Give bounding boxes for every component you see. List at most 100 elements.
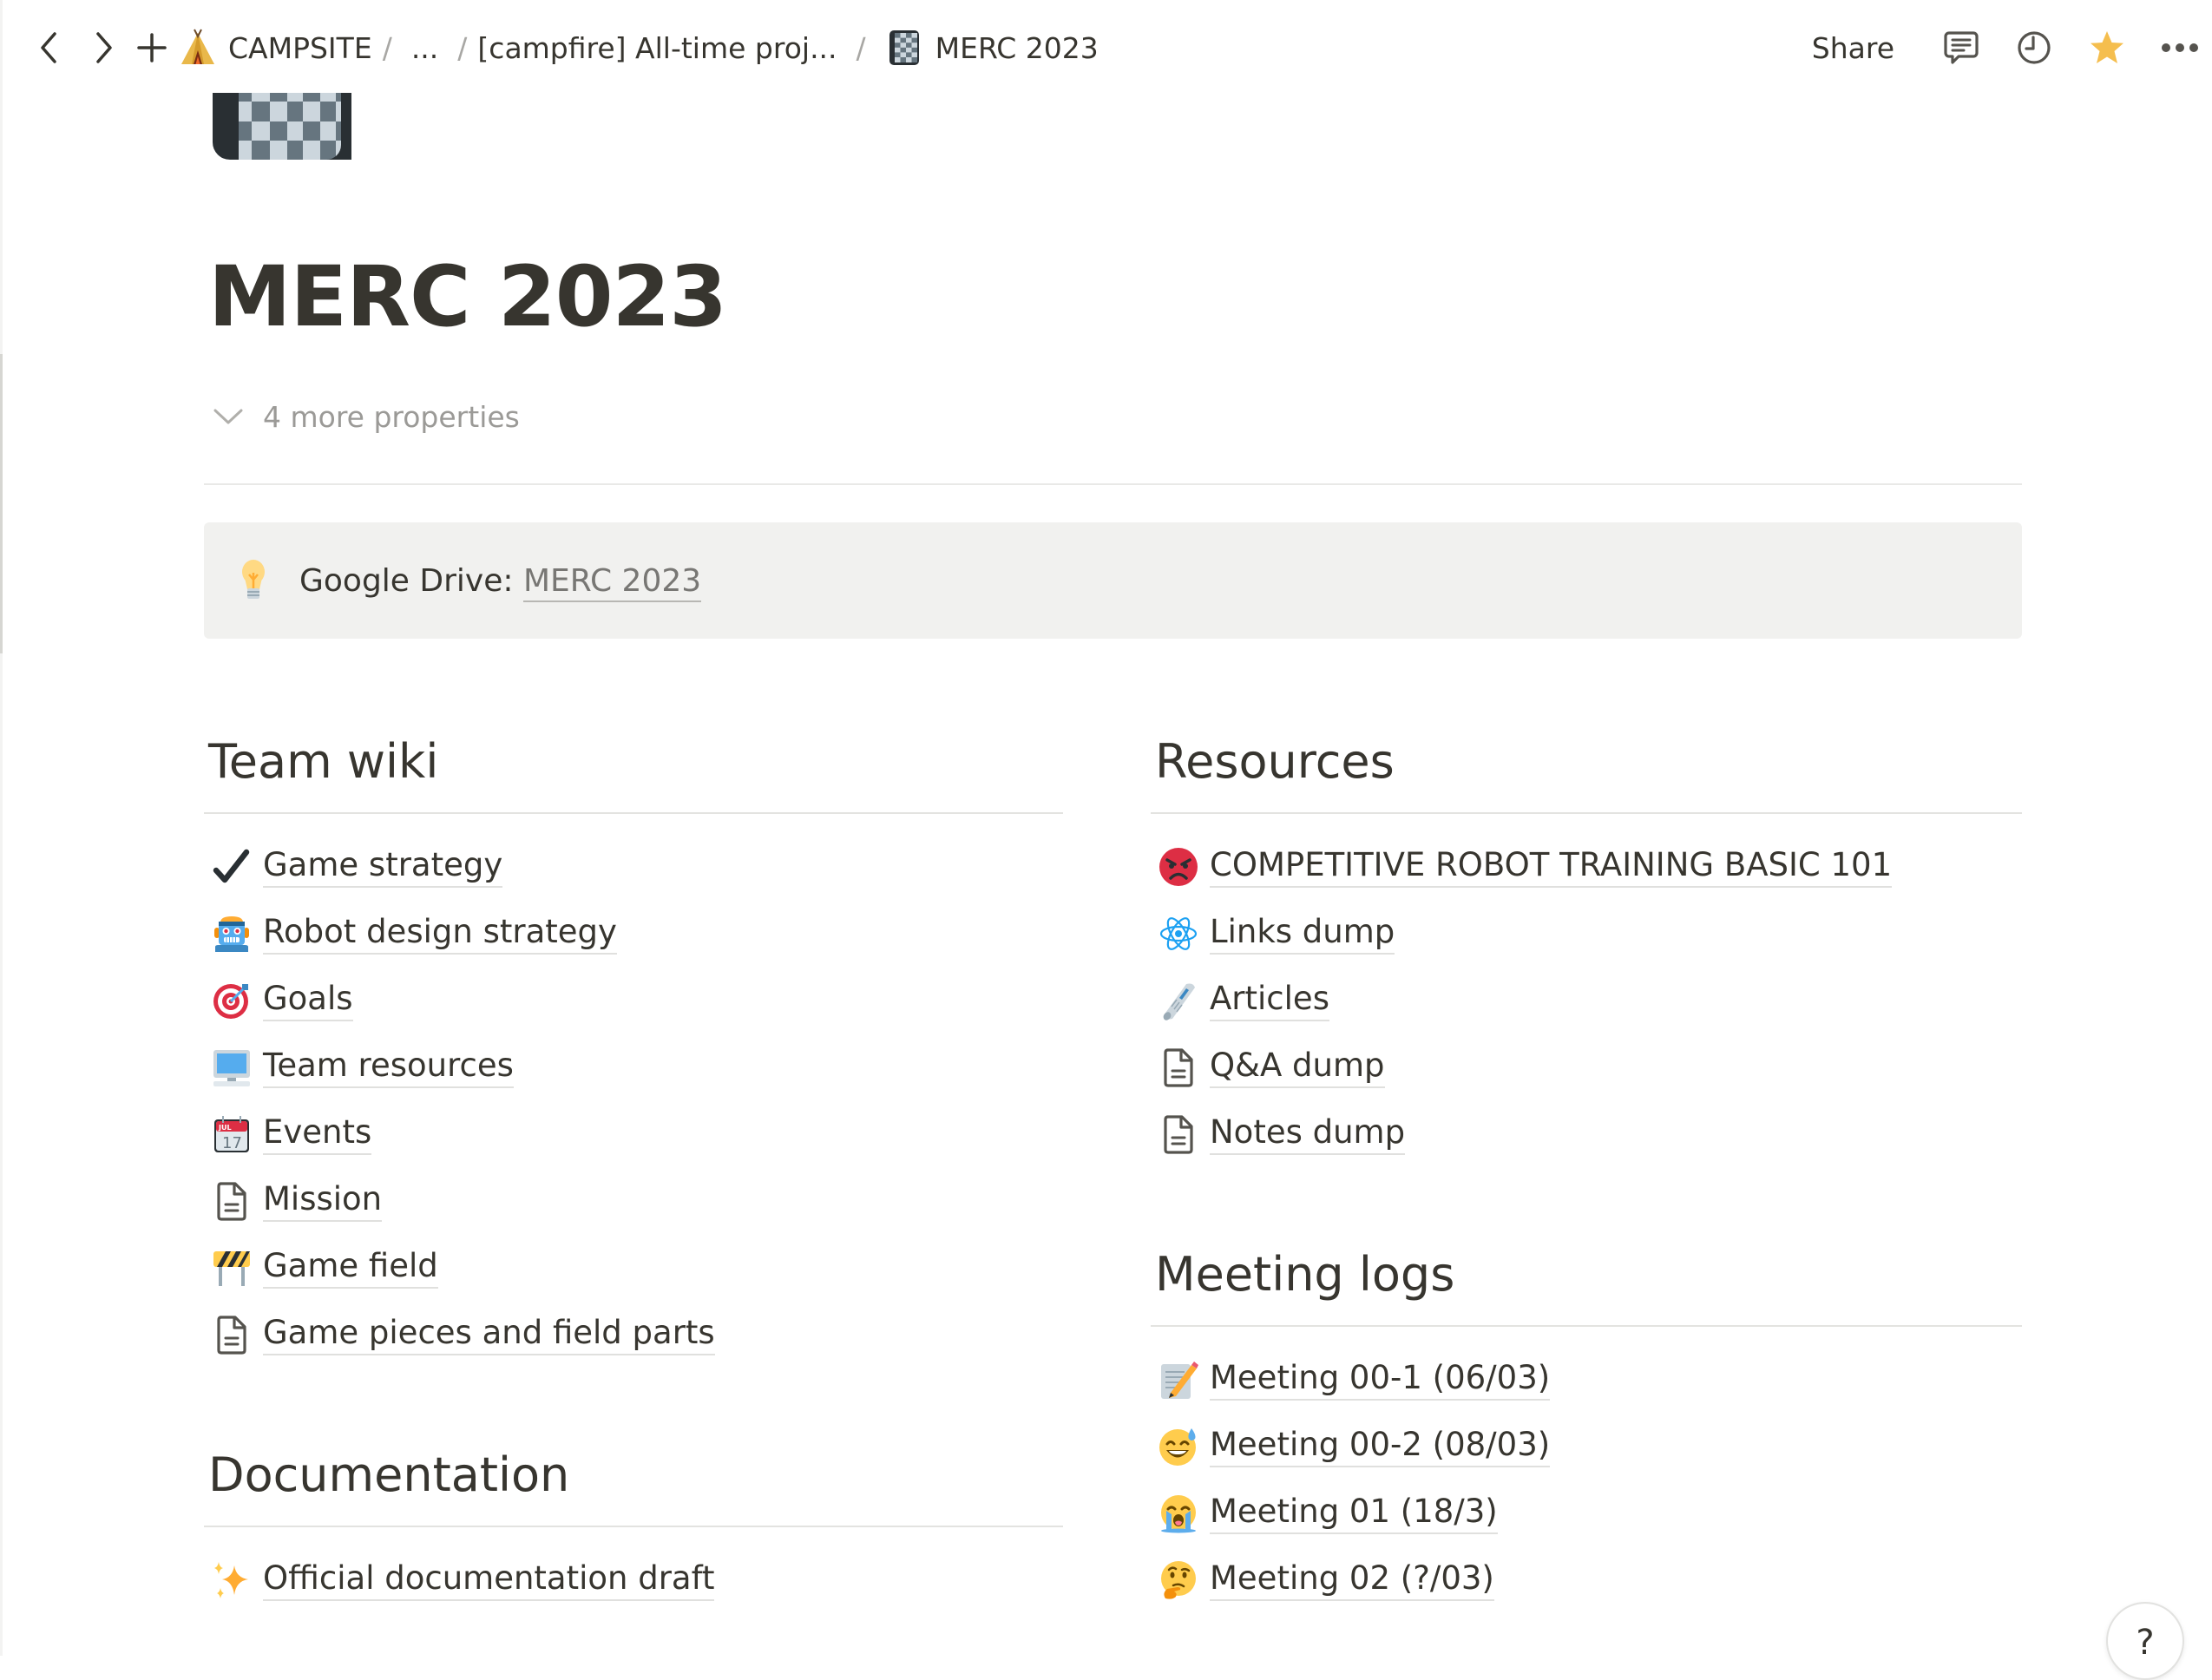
link-label: Notes dump: [1210, 1113, 1406, 1155]
checkered-notebook-icon[interactable]: [213, 93, 369, 160]
left-column: Team wiki Game strategy Robot design str…: [204, 720, 1063, 1613]
sparkles-icon: [209, 1558, 254, 1603]
favorite-button[interactable]: [2084, 24, 2130, 71]
link-label: Goals: [263, 980, 353, 1021]
list-item-qa-dump[interactable]: Q&A dump: [1151, 1034, 2022, 1100]
more-options-button[interactable]: [2156, 24, 2203, 71]
star-icon: [2091, 31, 2123, 63]
clock-icon: [2018, 31, 2051, 64]
sidebar-resize-handle[interactable]: [0, 354, 3, 653]
breadcrumb-merc-2023[interactable]: MERC 2023: [885, 28, 1099, 68]
memo-icon: [1156, 1357, 1201, 1402]
svg-text:JUL: JUL: [218, 1124, 232, 1132]
meeting-logs-divider: [1151, 1325, 2022, 1327]
link-label: Q&A dump: [1210, 1047, 1385, 1088]
resources-heading: Resources: [1155, 734, 1395, 789]
page-icon: [209, 1178, 254, 1224]
list-item-meeting-00-1[interactable]: Meeting 00-1 (06/03): [1151, 1346, 2022, 1413]
link-label: COMPETITIVE ROBOT TRAINING BASIC 101: [1210, 846, 1893, 888]
construction-barrier-icon: [209, 1245, 254, 1290]
list-item-game-field[interactable]: Game field: [204, 1234, 1063, 1301]
breadcrumb-campfire[interactable]: [campfire] All-time proj...: [477, 31, 837, 65]
target-icon: [209, 978, 254, 1023]
breadcrumb-separator: /: [856, 30, 866, 65]
crying-face-icon: [1156, 1491, 1201, 1536]
breadcrumb: CAMPSITE / ... / [campfire] All-time pro…: [178, 23, 1099, 73]
chevron-down-icon: [213, 409, 243, 424]
svg-text:17: 17: [222, 1134, 242, 1152]
more-horizontal-icon: [2162, 43, 2198, 52]
resources-list: COMPETITIVE ROBOT TRAINING BASIC 101 Lin…: [1151, 833, 2022, 1167]
breadcrumb-label: CAMPSITE: [228, 30, 372, 65]
chevron-left-icon: [41, 32, 56, 63]
tent-icon: [178, 28, 218, 68]
atom-icon: [1156, 911, 1201, 956]
list-item-game-pieces[interactable]: Game pieces and field parts: [204, 1301, 1063, 1368]
list-item-links-dump[interactable]: Links dump: [1151, 900, 2022, 967]
list-item-team-resources[interactable]: Team resources: [204, 1034, 1063, 1100]
list-item-notes-dump[interactable]: Notes dump: [1151, 1100, 2022, 1167]
list-item-game-strategy[interactable]: Game strategy: [204, 833, 1063, 900]
plus-icon: [137, 33, 167, 62]
angry-face-icon: [1156, 844, 1201, 889]
page-icon: [209, 1312, 254, 1357]
link-label: Mission: [263, 1180, 383, 1222]
topbar-actions: Share: [1812, 23, 2212, 73]
topbar: CAMPSITE / ... / [campfire] All-time pro…: [0, 0, 2212, 95]
link-label: Robot design strategy: [263, 913, 617, 955]
breadcrumb-label: MERC 2023: [935, 30, 1099, 65]
list-item-meeting-00-2[interactable]: Meeting 00-2 (08/03): [1151, 1413, 2022, 1480]
breadcrumb-ellipsis[interactable]: ...: [403, 31, 447, 65]
more-properties-label: 4 more properties: [263, 399, 520, 434]
documentation-heading: Documentation: [208, 1447, 570, 1502]
meeting-logs-heading: Meeting logs: [1155, 1247, 1455, 1302]
link-label: Team resources: [263, 1047, 514, 1088]
updates-button[interactable]: [2011, 24, 2058, 71]
page-title[interactable]: MERC 2023: [208, 245, 727, 349]
checkmark-icon: [209, 844, 254, 889]
link-label: Meeting 00-1 (06/03): [1210, 1359, 1551, 1401]
checkered-page-icon: [885, 28, 925, 68]
breadcrumb-separator: /: [457, 30, 468, 65]
breadcrumb-label: ...: [410, 30, 439, 65]
list-item-competitive-robot-training[interactable]: COMPETITIVE ROBOT TRAINING BASIC 101: [1151, 833, 2022, 900]
comments-button[interactable]: [1938, 24, 1985, 71]
link-label: Game strategy: [263, 846, 503, 888]
chevron-right-icon: [96, 32, 112, 63]
breadcrumb-campsite[interactable]: CAMPSITE: [178, 28, 372, 68]
list-item-meeting-01[interactable]: Meeting 01 (18/3): [1151, 1480, 2022, 1546]
list-item-meeting-02[interactable]: Meeting 02 (?/03): [1151, 1546, 2022, 1613]
calendar-icon: JUL 17: [209, 1112, 254, 1157]
help-button[interactable]: ?: [2106, 1602, 2184, 1680]
link-label: Game field: [263, 1247, 438, 1289]
properties-divider: [204, 483, 2022, 485]
new-page-button[interactable]: [130, 26, 174, 69]
comment-icon: [1944, 31, 1979, 64]
lightbulb-icon: [233, 556, 273, 605]
forward-button[interactable]: [82, 26, 125, 69]
list-item-official-documentation-draft[interactable]: Official documentation draft: [204, 1546, 1063, 1613]
share-button[interactable]: Share: [1812, 31, 1894, 65]
back-button[interactable]: [28, 26, 71, 69]
list-item-articles[interactable]: Articles: [1151, 967, 2022, 1034]
page-icon: [1156, 1045, 1201, 1090]
grinning-sweat-icon: [1156, 1424, 1201, 1469]
documentation-divider: [204, 1526, 1063, 1527]
google-drive-link[interactable]: MERC 2023: [522, 562, 702, 602]
list-item-mission[interactable]: Mission: [204, 1167, 1063, 1234]
list-item-robot-design-strategy[interactable]: Robot design strategy: [204, 900, 1063, 967]
callout-block: Google Drive: MERC 2023: [204, 522, 2022, 639]
sidebar-edge: [0, 0, 3, 1656]
team-wiki-list: Game strategy Robot design strategy Goal…: [204, 833, 1063, 1368]
team-wiki-divider: [204, 812, 1063, 814]
page-icon: [1156, 1112, 1201, 1157]
resources-divider: [1151, 812, 2022, 814]
robot-icon: [209, 911, 254, 956]
more-properties-toggle[interactable]: 4 more properties: [213, 395, 520, 438]
link-label: Meeting 00-2 (08/03): [1210, 1426, 1551, 1467]
meeting-logs-list: Meeting 00-1 (06/03) Meeting 00-2 (08/03…: [1151, 1346, 2022, 1613]
list-item-events[interactable]: JUL 17 Events: [204, 1100, 1063, 1167]
list-item-goals[interactable]: Goals: [204, 967, 1063, 1034]
callout-prefix: Google Drive:: [299, 562, 523, 599]
breadcrumb-label: [campfire] All-time proj...: [477, 30, 837, 65]
